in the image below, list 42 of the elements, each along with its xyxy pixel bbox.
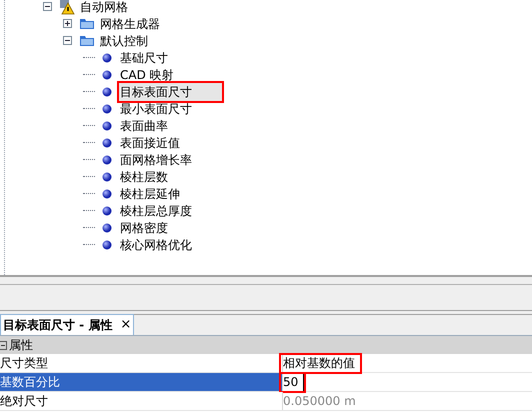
tree-item[interactable]: 棱柱层总厚度 bbox=[119, 202, 193, 220]
dot-icon bbox=[102, 52, 112, 62]
dot-icon bbox=[102, 104, 112, 114]
dot-icon bbox=[102, 154, 112, 164]
tree-item[interactable]: 自动网格 bbox=[79, 0, 129, 16]
value-input[interactable]: 50 bbox=[281, 374, 304, 390]
collapse-icon[interactable] bbox=[0, 340, 7, 350]
group-label: 属性 bbox=[9, 337, 33, 354]
property-name[interactable]: 尺寸类型 bbox=[0, 354, 283, 372]
property-value: 相对基数的值 bbox=[281, 354, 360, 372]
close-icon[interactable]: × bbox=[120, 315, 132, 335]
properties-tab[interactable]: 目标表面尺寸 - 属性 × bbox=[0, 314, 134, 335]
property-name[interactable]: 基数百分比 bbox=[0, 373, 283, 391]
collapse-icon[interactable] bbox=[63, 36, 72, 45]
tree-item[interactable]: 面网格增长率 bbox=[119, 150, 193, 168]
dot-icon bbox=[102, 172, 112, 182]
tree-item[interactable]: 最小表面尺寸 bbox=[119, 100, 193, 118]
tree-item[interactable]: 棱柱层数 bbox=[119, 168, 169, 186]
tree-item[interactable]: 目标表面尺寸 bbox=[119, 82, 222, 100]
tree-item[interactable]: 棱柱层延伸 bbox=[119, 184, 181, 202]
dot-icon bbox=[102, 70, 112, 80]
dot-icon bbox=[102, 188, 112, 198]
dot-icon bbox=[102, 120, 112, 130]
folder-icon bbox=[79, 17, 95, 30]
tree-item[interactable]: 网格生成器 bbox=[99, 14, 161, 32]
folder-icon bbox=[79, 34, 95, 47]
property-value: 0.050000 m bbox=[282, 393, 357, 410]
expand-icon[interactable] bbox=[63, 19, 72, 28]
tree-item[interactable]: CAD 映射 bbox=[119, 66, 175, 84]
tree-item[interactable]: 网格密度 bbox=[119, 218, 169, 236]
tree-item[interactable]: 默认控制 bbox=[99, 32, 149, 50]
tree-item[interactable]: 基础尺寸 bbox=[119, 48, 169, 66]
dot-icon bbox=[102, 206, 112, 216]
collapse-icon[interactable] bbox=[43, 2, 52, 11]
tree-item[interactable]: 表面曲率 bbox=[119, 116, 169, 134]
dot-icon bbox=[102, 222, 112, 232]
tree-item[interactable]: 核心网格优化 bbox=[119, 236, 193, 254]
dot-icon bbox=[102, 86, 112, 96]
dot-icon bbox=[102, 240, 112, 250]
warning-icon bbox=[59, 0, 75, 14]
dot-icon bbox=[102, 138, 112, 148]
tree-item[interactable]: 表面接近值 bbox=[119, 134, 181, 152]
